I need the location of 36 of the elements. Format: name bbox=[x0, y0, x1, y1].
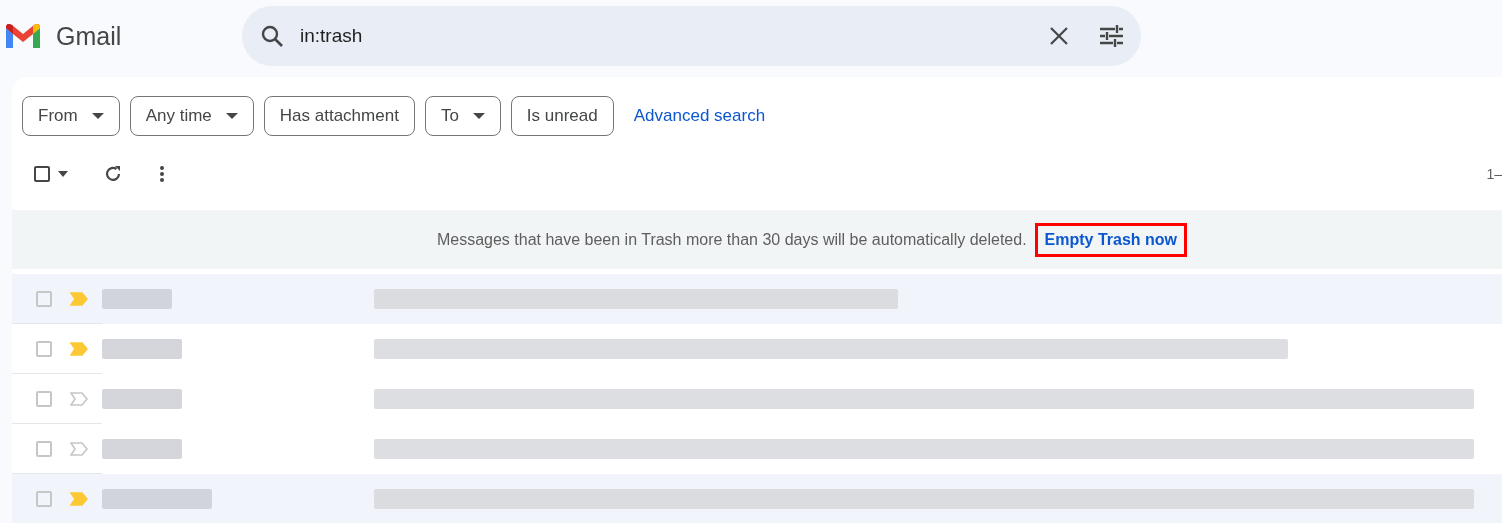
select-checkbox[interactable] bbox=[34, 166, 50, 182]
search-icon bbox=[260, 24, 284, 48]
caret-icon bbox=[225, 113, 238, 119]
app-name: Gmail bbox=[56, 21, 122, 51]
row-checkbox[interactable] bbox=[36, 291, 52, 307]
importance-marker-icon[interactable] bbox=[70, 342, 88, 356]
caret-icon bbox=[91, 113, 104, 119]
search-input[interactable]: in:trash bbox=[298, 20, 1045, 52]
gmail-logo-icon bbox=[4, 22, 42, 50]
importance-marker-icon[interactable] bbox=[70, 392, 88, 406]
importance-marker-icon[interactable] bbox=[70, 292, 88, 306]
refresh-icon bbox=[104, 165, 122, 183]
message-row[interactable] bbox=[12, 474, 1502, 523]
filter-dropdown[interactable]: To bbox=[424, 96, 501, 136]
empty-trash-link[interactable]: Empty Trash now bbox=[1034, 222, 1188, 257]
row-checkbox[interactable] bbox=[36, 341, 52, 357]
row-checkbox[interactable] bbox=[36, 491, 52, 507]
advanced-search-link[interactable]: Advanced search bbox=[633, 106, 766, 126]
trash-notice: Messages that have been in Trash more than 30 days will be automatically deleted. bbox=[436, 230, 1027, 249]
row-checkbox[interactable] bbox=[36, 441, 52, 457]
importance-marker-icon[interactable] bbox=[70, 442, 88, 456]
caret-icon bbox=[472, 113, 485, 119]
filter-chip[interactable]: Has attachment bbox=[263, 96, 415, 136]
filter-dropdown[interactable]: Any time bbox=[129, 96, 254, 136]
sliders-icon bbox=[1099, 25, 1123, 47]
more-icon bbox=[160, 166, 164, 182]
row-checkbox[interactable] bbox=[36, 391, 52, 407]
page-range: 1– bbox=[1486, 166, 1502, 182]
filter-dropdown[interactable]: From bbox=[22, 96, 120, 136]
redacted-sender bbox=[102, 289, 172, 309]
close-icon bbox=[1049, 26, 1069, 46]
filter-chip[interactable]: Is unread bbox=[510, 96, 614, 136]
search-bar[interactable]: in:trash bbox=[242, 6, 1141, 66]
importance-marker-icon[interactable] bbox=[70, 492, 88, 506]
message-row[interactable] bbox=[12, 274, 1502, 324]
caret-icon bbox=[58, 171, 68, 177]
